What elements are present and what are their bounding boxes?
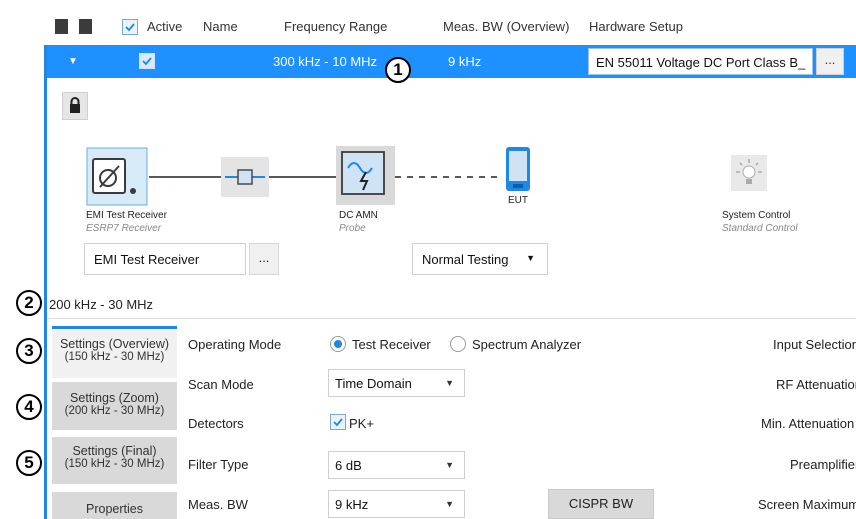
tab-range: (150 kHz - 30 MHz) [64, 458, 165, 470]
meas-bw-dropdown[interactable]: 9 kHz ▼ [328, 490, 465, 518]
detectors-label: Detectors [188, 416, 244, 431]
testing-mode-dropdown[interactable]: Normal Testing ▼ [412, 243, 548, 275]
tab-settings-final[interactable]: Settings (Final) (150 kHz - 30 MHz) [52, 437, 177, 484]
zoom-range-label: 200 kHz - 30 MHz [49, 297, 154, 312]
radio-spectrum-analyzer-label[interactable]: Spectrum Analyzer [472, 337, 581, 352]
chevron-down-icon: ▼ [445, 499, 454, 509]
operating-mode-label: Operating Mode [188, 337, 282, 352]
system-control-subtitle: Standard Control [722, 223, 798, 234]
tab-properties[interactable]: Properties [52, 492, 177, 519]
dc-amn-title: DC AMN [339, 210, 378, 221]
screen-maximum-label: Screen Maximum [758, 497, 856, 512]
chevron-down-icon: ▼ [445, 378, 454, 388]
tab-label: Settings (Zoom) [70, 391, 159, 405]
receiver-subtitle: ESRP7 Receiver [86, 223, 162, 234]
chevron-down-icon: ▼ [445, 460, 454, 470]
tab-label: Settings (Final) [72, 444, 157, 458]
receiver-title: EMI Test Receiver [86, 210, 167, 221]
detector-pk-checkbox[interactable] [330, 414, 346, 430]
testing-mode-value: Normal Testing [422, 252, 509, 267]
system-control-icon[interactable] [731, 155, 767, 191]
min-attenuation-label: Min. Attenuation [761, 416, 855, 431]
check-icon [333, 418, 343, 427]
callout-1: 1 [385, 57, 411, 83]
scan-mode-label: Scan Mode [188, 377, 254, 392]
eut-title: EUT [508, 195, 528, 206]
receiver-select-value: EMI Test Receiver [94, 252, 200, 267]
dc-amn-icon[interactable] [336, 146, 395, 205]
tab-label: Properties [86, 502, 143, 516]
right-labels-column: Input Selection RF Attenuation Min. Atte… [700, 320, 856, 519]
tab-range: (150 kHz - 30 MHz) [64, 351, 165, 363]
scan-mode-dropdown[interactable]: Time Domain ▼ [328, 369, 465, 397]
detector-pk-label: PK+ [349, 416, 374, 431]
receiver-browse-button[interactable]: ... [249, 243, 279, 275]
divider [47, 318, 856, 319]
radio-test-receiver-label[interactable]: Test Receiver [352, 337, 431, 352]
radio-spectrum-analyzer[interactable] [450, 336, 466, 352]
meas-bw-label: Meas. BW [188, 497, 248, 512]
tab-settings-zoom[interactable]: Settings (Zoom) (200 kHz - 30 MHz) [52, 382, 177, 430]
rf-attenuation-label: RF Attenuation [776, 377, 856, 392]
input-selection-label: Input Selection [773, 337, 856, 352]
filter-type-dropdown[interactable]: 6 dB ▼ [328, 451, 465, 479]
callout-2: 2 [16, 290, 42, 316]
system-control-title: System Control [722, 210, 791, 221]
eut-icon[interactable] [505, 146, 531, 192]
receiver-icon[interactable] [86, 147, 150, 207]
preamplifier-label: Preamplifier [790, 457, 856, 472]
radio-test-receiver[interactable] [330, 336, 346, 352]
filter-type-value: 6 dB [335, 458, 362, 473]
filter-type-label: Filter Type [188, 457, 249, 472]
callout-4: 4 [16, 394, 42, 420]
scan-mode-value: Time Domain [335, 376, 412, 391]
meas-bw-value: 9 kHz [335, 497, 369, 512]
cispr-bw-button[interactable]: CISPR BW [548, 489, 654, 519]
callout-3: 3 [16, 338, 42, 364]
callout-5: 5 [16, 450, 42, 476]
connector-icon[interactable] [221, 157, 269, 197]
dc-amn-subtitle: Probe [339, 223, 366, 234]
receiver-select-field[interactable]: EMI Test Receiver [84, 243, 246, 275]
chevron-down-icon: ▼ [526, 253, 535, 263]
tab-range: (200 kHz - 30 MHz) [64, 405, 165, 417]
tab-label: Settings (Overview) [59, 337, 170, 351]
tab-settings-overview[interactable]: Settings (Overview) (150 kHz - 30 MHz) [52, 326, 177, 378]
